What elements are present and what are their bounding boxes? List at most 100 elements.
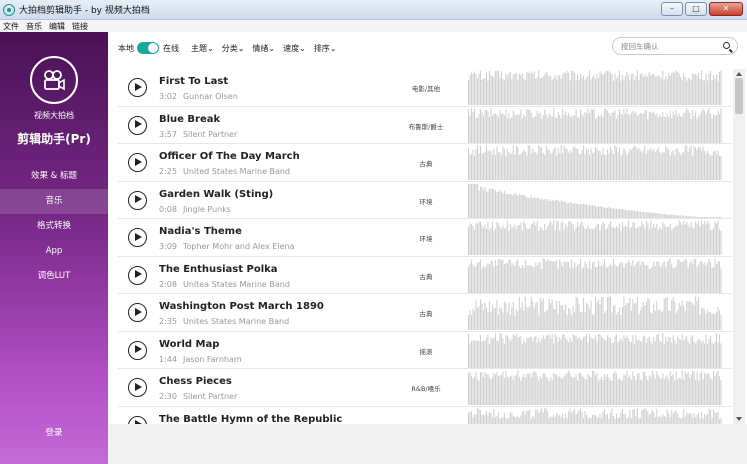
play-icon[interactable] [128,415,147,424]
menu-music[interactable]: 音乐 [26,21,42,32]
filter-mood[interactable]: 情绪⌄ [252,43,275,54]
local-label: 本地 [118,43,134,53]
track-meta: 3:02 Gunnar Olsen [159,92,238,101]
track-duration: 2:30 [159,392,177,401]
track-meta: 1:44 Jason Farnham [159,355,242,364]
minimize-button[interactable]: – [661,2,683,16]
scroll-down-arrow[interactable] [736,417,742,421]
track-genre: 布鲁斯/爵士 [408,122,444,131]
waveform[interactable] [468,295,722,330]
track-genre: 环境 [419,235,433,243]
waveform[interactable] [468,183,722,218]
track-row[interactable]: The Battle Hymn of the Republic [118,406,732,425]
waveform[interactable] [468,70,722,105]
track-genre: R&B/嘻乐 [411,385,441,393]
app-icon [3,3,15,16]
close-button[interactable]: ✕ [709,2,743,16]
online-toggle[interactable] [137,42,159,54]
track-duration: 3:57 [159,129,177,139]
chevron-down-icon: ⌄ [237,43,245,53]
play-icon[interactable] [128,153,147,172]
menu-link[interactable]: 链接 [72,21,88,32]
filter-sort[interactable]: 排序⌄ [314,43,337,54]
waveform[interactable] [468,332,722,368]
waveform[interactable] [468,407,722,425]
play-icon[interactable] [128,265,147,285]
track-row[interactable]: First To Last 3:02 Gunnar Olsen 电影/其他 [118,69,732,107]
track-row[interactable]: Nadia's Theme 3:09 Topher Mohr and Alex El… [118,219,732,257]
filter-category[interactable]: 分类⌄ [222,43,245,54]
track-artist: Jason Farnham [182,354,242,364]
track-genre: 古典 [419,272,433,281]
play-icon[interactable] [128,378,147,397]
sidebar-item-format[interactable]: 格式转换 [0,214,108,239]
track-row[interactable]: Blue Break 3:57 Silent Partner 布鲁斯/爵士 [118,106,732,144]
sidebar-item-lut[interactable]: 调色LUT [0,264,108,289]
login-button[interactable]: 登录 [0,426,108,438]
sidebar-item-music[interactable]: 音乐 [0,189,108,214]
track-title: Nadia's Theme [159,226,242,237]
track-title: The Battle Hymn of the Republic [159,413,343,425]
search-icon[interactable] [723,42,730,49]
track-title: Blue Break [159,113,221,125]
track-artist: Jingle Punks [182,204,232,214]
title-bar: 大拍档剪辑助手 - by 视频大拍档 – □ ✕ [0,0,747,20]
track-meta: 3:57 Silent Partner [159,130,237,139]
waveform[interactable] [468,370,722,405]
track-artist: Unites States Marine Band [182,317,290,326]
waveform[interactable] [468,220,722,255]
play-icon[interactable] [128,303,147,322]
track-row[interactable]: Garden Walk (Sting) 0:08 Jingle Punks 环境 [118,181,732,219]
scroll-thumb[interactable] [735,78,743,114]
track-genre: 环境 [419,197,433,206]
play-icon[interactable] [128,228,147,247]
track-duration: 2:08 [159,279,177,289]
track-meta: 2:30 Silent Partner [159,392,237,401]
track-genre: 古典 [419,160,433,168]
sidebar-item-effects[interactable]: 效果 & 标题 [0,164,108,189]
play-icon[interactable] [128,190,147,210]
search-input[interactable] [621,41,717,51]
track-artist: Unitea States Marine Band [182,279,290,289]
camera-logo-icon [44,70,65,91]
track-duration: 3:02 [159,92,177,101]
track-duration: 0:08 [159,204,177,214]
play-icon[interactable] [128,78,147,97]
track-title: Officer Of The Day March [159,151,300,162]
filter-bar: 主题⌄ 分类⌄ 情绪⌄ 速度⌄ 排序⌄ [191,43,337,54]
track-duration: 2:25 [159,167,177,176]
track-duration: 1:44 [159,354,177,364]
window-title: 大拍档剪辑助手 - by 视频大拍档 [19,6,150,16]
chevron-down-icon: ⌄ [268,43,276,53]
menu-file[interactable]: 文件 [3,21,19,32]
track-row[interactable]: Chess Pieces 2:30 Silent Partner R&B/嘻乐 [118,369,732,407]
waveform[interactable] [468,145,722,180]
track-row[interactable]: Officer Of The Day March 2:25 United State… [118,144,732,182]
filter-theme[interactable]: 主题⌄ [191,43,214,54]
track-duration: 3:09 [159,242,177,251]
track-title: World Map [159,338,220,350]
waveform[interactable] [468,257,722,293]
sidebar: 视频大拍档 剪辑助手(Pr) 效果 & 标题 音乐 格式转换 App 调色LUT… [0,32,108,464]
track-meta: 2:08 Unitea States Marine Band [159,280,290,289]
track-row[interactable]: The Enthusiast Polka 2:08 Unitea States Ma… [118,256,732,294]
scrollbar[interactable] [733,69,745,424]
scroll-up-arrow[interactable] [736,72,742,76]
online-label: 在线 [163,43,179,53]
play-icon[interactable] [128,340,147,360]
track-genre: 摇滚 [419,347,433,356]
track-title: First To Last [159,76,229,87]
search-box [612,37,738,55]
sidebar-item-app[interactable]: App [0,239,108,264]
track-row[interactable]: World Map 1:44 Jason Farnham 摇滚 [118,331,732,369]
track-meta: 2:25 United States Marine Band [159,167,290,176]
filter-speed[interactable]: 速度⌄ [283,43,306,54]
track-title: The Enthusiast Polka [159,263,278,275]
menu-edit[interactable]: 编辑 [49,21,65,32]
play-icon[interactable] [128,115,147,135]
maximize-button[interactable]: □ [685,2,707,16]
track-row[interactable]: Washington Post March 1890 2:35 Unites Sta… [118,294,732,332]
track-artist: United States Marine Band [182,167,291,176]
track-duration: 2:35 [159,317,177,326]
waveform[interactable] [468,107,722,143]
